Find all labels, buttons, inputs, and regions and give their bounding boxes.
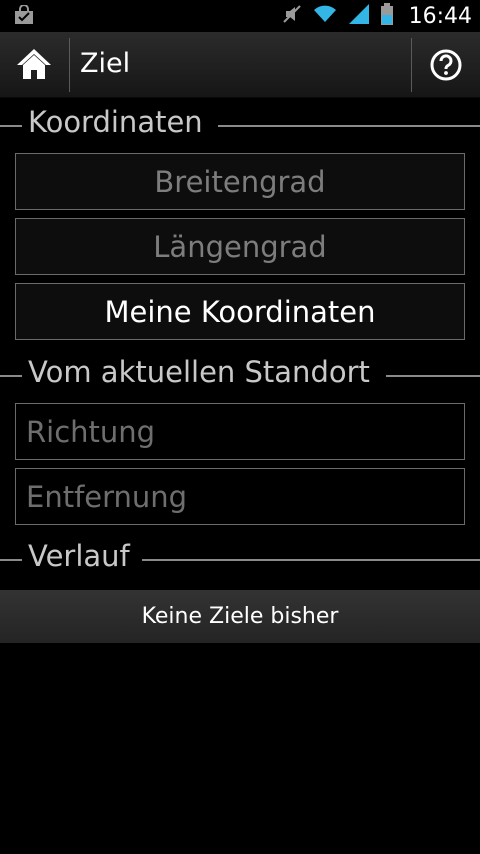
section-divider — [0, 375, 22, 377]
latitude-placeholder: Breitengrad — [154, 164, 326, 199]
mute-icon — [282, 4, 301, 28]
latitude-field[interactable]: Breitengrad — [15, 153, 465, 210]
my-coordinates-button[interactable]: Meine Koordinaten — [15, 283, 465, 340]
direction-field[interactable]: Richtung — [15, 403, 465, 460]
battery-icon — [380, 3, 393, 29]
shopping-bag-icon — [14, 4, 34, 29]
section-label: Koordinaten — [28, 105, 209, 139]
home-button[interactable] — [0, 32, 68, 98]
distance-field[interactable]: Entfernung — [15, 468, 465, 525]
my-coordinates-label: Meine Koordinaten — [104, 294, 376, 329]
help-button[interactable] — [412, 32, 480, 98]
section-divider — [0, 125, 22, 127]
action-bar-divider — [69, 38, 70, 92]
section-divider — [0, 559, 22, 561]
direction-placeholder: Richtung — [26, 414, 156, 449]
distance-placeholder: Entfernung — [26, 479, 188, 514]
signal-icon — [348, 4, 369, 28]
action-bar: Ziel — [0, 32, 480, 98]
section-label: Verlauf — [28, 539, 136, 573]
page-title: Ziel — [80, 48, 131, 79]
section-divider — [218, 125, 480, 127]
section-header-current-location: Vom aktuellen Standort — [0, 355, 480, 395]
section-header-coordinates: Koordinaten — [0, 105, 480, 145]
longitude-placeholder: Längengrad — [153, 229, 327, 264]
section-label: Vom aktuellen Standort — [28, 355, 376, 389]
history-empty-text: Keine Ziele bisher — [141, 604, 339, 629]
status-clock: 16:44 — [408, 3, 472, 29]
status-bar: 16:44 — [0, 0, 480, 32]
history-empty-item: Keine Ziele bisher — [0, 590, 480, 643]
section-header-history: Verlauf — [0, 539, 480, 579]
longitude-field[interactable]: Längengrad — [15, 218, 465, 275]
wifi-icon — [313, 5, 337, 27]
section-divider — [142, 559, 480, 561]
section-divider — [386, 375, 480, 377]
